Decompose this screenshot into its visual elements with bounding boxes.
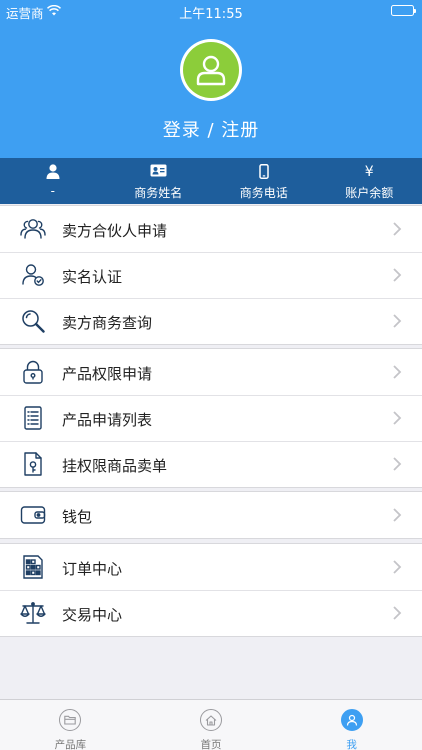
menu-item-wallet[interactable]: 钱包 (0, 492, 422, 538)
tab-label: 首页 (200, 739, 222, 750)
info-cell-balance: ¥ 账户余额 (317, 158, 422, 204)
info-user-value: - (50, 184, 55, 198)
wallet-icon (20, 503, 46, 527)
chevron-right-icon (393, 606, 402, 620)
menu-item-label: 实名认证 (62, 268, 123, 286)
menu-group-orders: 订单中心 交易中心 (0, 543, 422, 637)
chevron-right-icon (393, 222, 402, 236)
info-balance-label: 账户余额 (345, 186, 394, 200)
menu-item-label: 卖方合伙人申请 (62, 222, 168, 240)
id-card-icon (106, 164, 212, 180)
document-list-icon (20, 406, 46, 430)
document-key-icon (20, 452, 46, 476)
info-cell-business-phone: 商务电话 (211, 158, 317, 204)
chevron-right-icon (393, 268, 402, 282)
phone-icon (211, 164, 317, 180)
menu-item-product-permission-apply[interactable]: 产品权限申请 (0, 349, 422, 395)
menu-item-label: 钱包 (62, 508, 93, 526)
tab-product-library[interactable]: 产品库 (0, 700, 141, 750)
status-bar: 运营商 上午11:55 (0, 0, 422, 22)
tab-label: 产品库 (54, 739, 87, 750)
menu-item-label: 产品权限申请 (62, 365, 153, 383)
menu-item-trade-center[interactable]: 交易中心 (0, 590, 422, 636)
chevron-right-icon (393, 365, 402, 379)
info-cell-user: - (0, 158, 106, 204)
home-icon (200, 709, 222, 731)
folder-icon (59, 709, 82, 731)
tab-bar: 产品库 首页 我 (0, 699, 422, 750)
menu-group-permission: 产品权限申请 产品申请列表 挂权限商品卖单 (0, 348, 422, 488)
partners-icon (20, 217, 46, 241)
chevron-right-icon (393, 560, 402, 574)
menu-item-seller-business-query[interactable]: 卖方商务查询 (0, 298, 422, 344)
chevron-right-icon (393, 314, 402, 328)
info-cell-business-name: 商务姓名 (106, 158, 212, 204)
chevron-right-icon (393, 411, 402, 425)
info-business-phone-label: 商务电话 (239, 186, 288, 200)
chevron-right-icon (393, 508, 402, 522)
person-icon (0, 164, 106, 180)
user-verified-icon (20, 263, 46, 287)
avatar-person-icon (196, 55, 226, 86)
account-info-bar: - 商务姓名 商务电话 ¥ 账户余额 (0, 158, 422, 204)
menu-item-label: 挂权限商品卖单 (62, 457, 168, 475)
menu-item-product-application-list[interactable]: 产品申请列表 (0, 395, 422, 441)
battery-icon (391, 5, 416, 16)
yen-icon: ¥ (364, 164, 374, 180)
avatar[interactable] (180, 39, 242, 101)
scale-icon (20, 601, 46, 625)
menu-group-partner: 卖方合伙人申请 实名认证 卖方商务查询 (0, 205, 422, 345)
profile-header: 运营商 上午11:55 登录 / 注册 (0, 0, 422, 158)
menu-item-label: 交易中心 (62, 606, 123, 624)
status-time: 上午11:55 (179, 7, 243, 22)
order-grid-icon (20, 555, 46, 579)
menu-item-label: 卖方商务查询 (62, 314, 153, 332)
menu-item-real-name-verification[interactable]: 实名认证 (0, 252, 422, 298)
menu-item-label: 订单中心 (62, 560, 123, 578)
tab-me[interactable]: 我 (281, 700, 422, 750)
tab-home[interactable]: 首页 (141, 700, 282, 750)
user-icon (340, 709, 363, 731)
menu-item-seller-partner-apply[interactable]: 卖方合伙人申请 (0, 206, 422, 252)
search-icon (20, 309, 46, 333)
login-register-link[interactable]: 登录 / 注册 (0, 116, 422, 142)
menu-group-wallet: 钱包 (0, 491, 422, 539)
menu-item-order-center[interactable]: 订单中心 (0, 544, 422, 590)
info-business-name-label: 商务姓名 (134, 186, 183, 200)
menu-item-permission-goods-sell-order[interactable]: 挂权限商品卖单 (0, 441, 422, 487)
chevron-right-icon (393, 457, 402, 471)
menu-item-label: 产品申请列表 (62, 411, 153, 429)
lock-icon (20, 360, 46, 384)
tab-label: 我 (346, 739, 357, 750)
